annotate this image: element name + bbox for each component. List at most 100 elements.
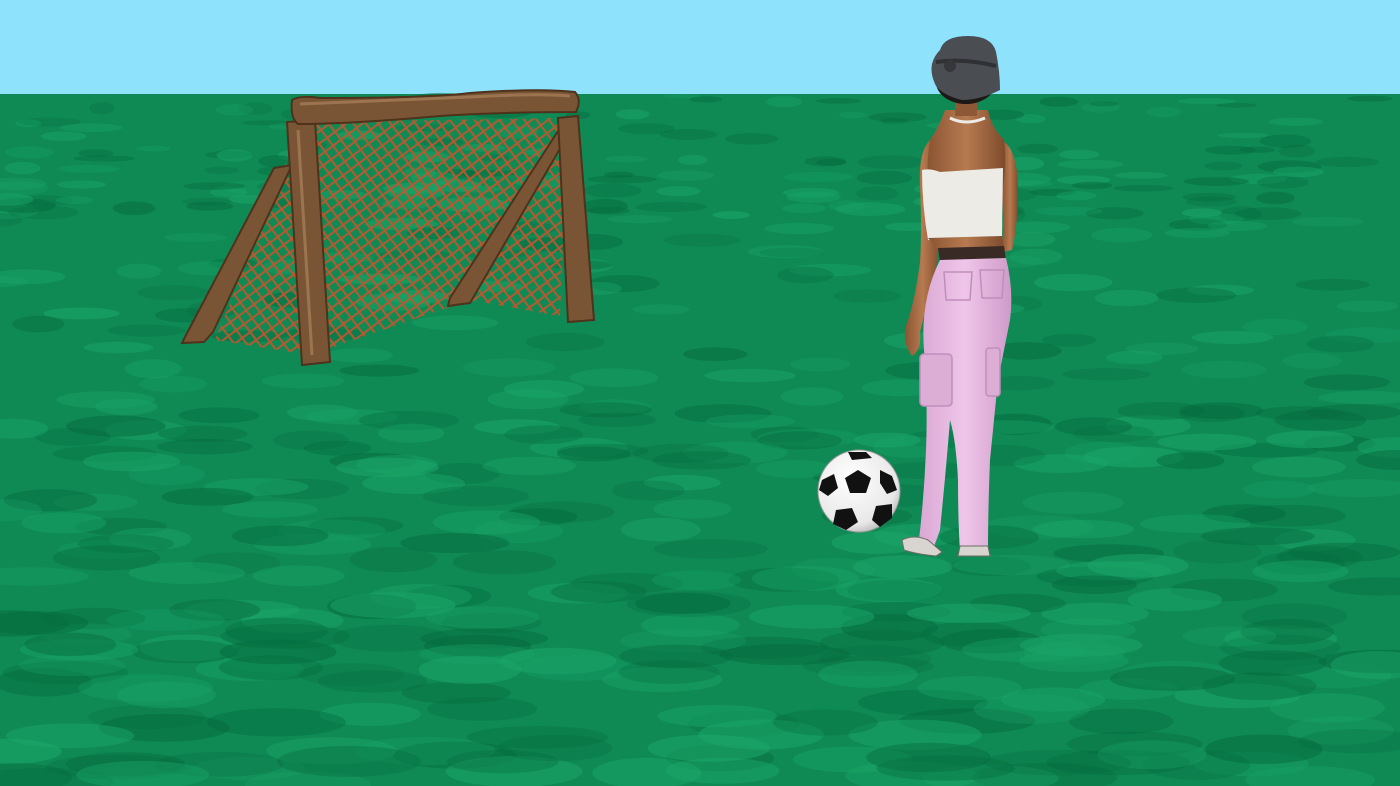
grass-blotch: [136, 145, 171, 152]
avatar-cargo-pocket-left: [919, 353, 953, 407]
grass-blotch: [615, 109, 650, 120]
grass-blotch: [116, 263, 162, 279]
grass-blotch: [1146, 106, 1181, 118]
grass-blotch: [56, 180, 107, 189]
grass-blotch: [4, 162, 41, 175]
grass-blotch: [1164, 227, 1231, 239]
grass-blotch: [377, 423, 445, 443]
grass-blotch: [1057, 159, 1124, 169]
grass-blotch: [1117, 402, 1205, 420]
grass-blotch: [1016, 143, 1058, 154]
grass-blotch: [57, 164, 120, 173]
grass-blotch: [783, 172, 853, 182]
grass-blotch: [748, 604, 875, 629]
grass-blotch: [854, 432, 921, 448]
grass-blotch: [621, 517, 701, 542]
grass-blotch: [1156, 287, 1237, 303]
grass-blotch: [1265, 430, 1355, 449]
grass-blotch: [56, 391, 155, 409]
grass-blotch: [1035, 206, 1104, 216]
grass-blotch: [856, 186, 899, 201]
grass-blotch: [569, 368, 659, 388]
grass-blotch: [1182, 192, 1236, 202]
grass-blotch: [60, 123, 123, 133]
grass-blotch: [1181, 208, 1222, 218]
grass-blotch: [73, 155, 136, 162]
grass-blotch: [164, 233, 227, 242]
grass-blotch: [632, 304, 690, 315]
grass-blotch: [556, 446, 631, 462]
grass-blotch: [277, 745, 421, 777]
grass-blotch: [1259, 134, 1312, 148]
grass-blotch: [325, 348, 394, 363]
grass-blotch: [1242, 318, 1308, 335]
grass-blotch: [157, 438, 253, 455]
grass-blotch: [782, 203, 826, 214]
grass-blotch: [1183, 177, 1249, 186]
grass-blotch: [183, 182, 246, 190]
grass-blotch: [1113, 184, 1173, 192]
grass-blotch: [218, 655, 324, 680]
grass-field[interactable]: [0, 92, 1400, 786]
grass-blotch: [422, 486, 530, 507]
scene-canvas[interactable]: [0, 0, 1400, 786]
grass-blotch: [833, 289, 902, 303]
grass-blotch: [1251, 456, 1346, 478]
game-viewport[interactable]: [0, 0, 1400, 786]
grass-blotch: [503, 380, 585, 398]
grass-blotch: [612, 480, 685, 501]
grass-blotch: [206, 708, 346, 737]
grass-blotch: [1255, 406, 1344, 421]
grass-blotch: [400, 533, 510, 554]
grass-blotch: [1109, 666, 1235, 691]
grass-blotch: [1252, 560, 1349, 583]
grass-blotch: [1315, 156, 1380, 168]
grass-blotch: [635, 201, 708, 212]
grass-blotch: [526, 332, 605, 352]
grass-blotch: [1295, 278, 1370, 291]
grass-blotch: [818, 660, 918, 688]
grass-blotch: [1256, 191, 1295, 205]
grass-blotch: [504, 425, 583, 445]
grass-blotch: [1094, 289, 1159, 307]
grass-blotch: [764, 222, 835, 235]
grass-blotch: [231, 525, 329, 547]
grass-blotch: [782, 187, 840, 198]
grass-blotch: [1064, 441, 1143, 464]
grass-blotch: [1034, 273, 1113, 292]
grass-blotch: [336, 457, 439, 478]
grass-blotch: [647, 734, 771, 762]
grass-blotch: [1058, 149, 1100, 160]
soccer-ball[interactable]: [817, 449, 901, 533]
grass-blotch: [161, 487, 254, 506]
grass-blotch: [551, 581, 648, 603]
grass-blotch: [411, 315, 499, 331]
grass-blotch: [712, 211, 750, 219]
grass-blotch: [1205, 734, 1323, 764]
grass-blotch: [1051, 575, 1138, 594]
grass-blotch: [1272, 166, 1324, 178]
grass-blotch: [83, 451, 180, 472]
grass-blotch: [401, 682, 511, 704]
grass-blotch: [653, 539, 768, 559]
grass-blotch: [1062, 368, 1151, 381]
grass-blotch: [1156, 452, 1225, 470]
grass-blotch: [83, 341, 154, 354]
grass-blotch: [835, 577, 943, 603]
avatar-shoe-right: [957, 545, 991, 557]
grass-blotch: [53, 545, 161, 571]
grass-blotch: [725, 133, 778, 145]
grass-blotch: [1347, 95, 1393, 102]
grass-blotch: [856, 170, 913, 185]
grass-blotch: [816, 98, 861, 104]
grass-blotch: [665, 757, 780, 784]
grass-blotch: [657, 170, 714, 181]
grass-blotch: [24, 632, 117, 657]
grass-blotch: [106, 609, 225, 631]
grass-blotch: [604, 155, 648, 163]
grass-blotch: [816, 158, 847, 166]
grass-blotch: [1177, 98, 1236, 105]
grass-blotch: [137, 285, 210, 301]
grass-blotch: [446, 749, 559, 774]
grass-blotch: [1054, 417, 1132, 436]
